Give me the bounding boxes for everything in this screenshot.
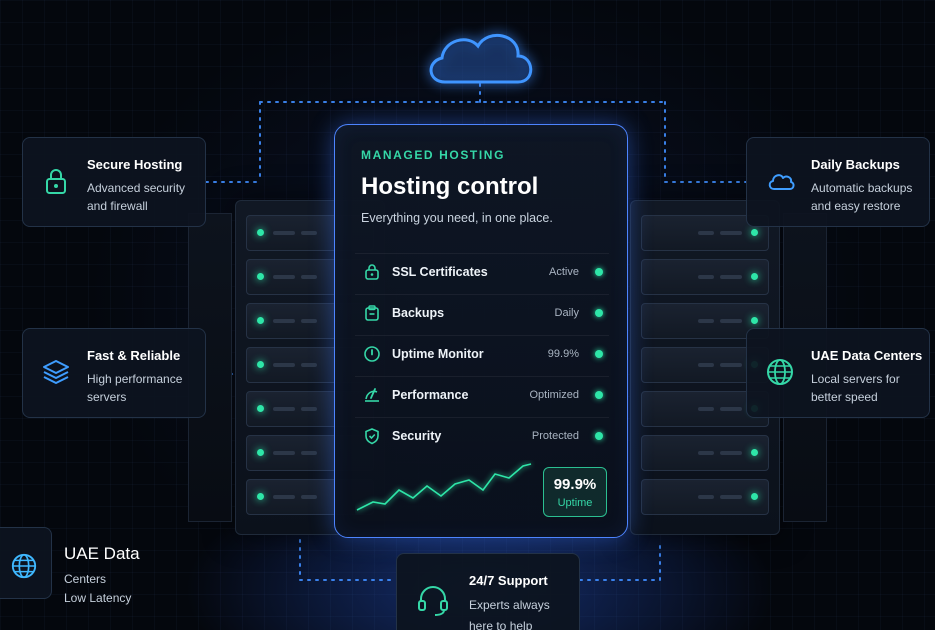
- card-title: Daily Backups: [811, 157, 900, 172]
- panel-eyebrow: MANAGED HOSTING: [361, 148, 505, 162]
- bottom-left-title: UAE Data: [64, 544, 140, 563]
- hero-illustration: MANAGED HOSTING Hosting control Everythi…: [0, 0, 935, 630]
- gauge-icon: [365, 388, 379, 402]
- card-description: Experts always here to help: [469, 598, 550, 630]
- hosting-control-panel: MANAGED HOSTING Hosting control Everythi…: [334, 124, 628, 538]
- server-led: [257, 361, 264, 368]
- globe-icon: [11, 553, 37, 579]
- panel-title: Hosting control: [361, 173, 539, 200]
- card-title: Secure Hosting: [87, 157, 183, 172]
- server-led: [257, 273, 264, 280]
- server-led: [751, 493, 758, 500]
- server-led: [257, 493, 264, 500]
- server-led: [257, 229, 264, 236]
- uptime-sparkline: [356, 463, 532, 511]
- row-status: 99.9%: [547, 348, 579, 360]
- uptime-value: 99.9%: [553, 476, 597, 493]
- row-label: Uptime Monitor: [392, 347, 484, 361]
- status-row-security: Security Protected: [355, 417, 609, 453]
- card-uae-data-partial: [0, 527, 52, 599]
- server-led: [751, 273, 758, 280]
- server-unit: [641, 479, 769, 515]
- lock-badge-icon: [365, 264, 379, 280]
- row-label: SSL Certificates: [392, 265, 488, 279]
- row-status: Daily: [554, 307, 579, 319]
- clipboard-icon: [365, 305, 379, 321]
- cloud-icon: [429, 34, 533, 84]
- status-row-ssl: SSL Certificates Active: [355, 253, 609, 289]
- server-led: [751, 317, 758, 324]
- status-row-backups: Backups Daily: [355, 294, 609, 330]
- status-dot: [595, 309, 603, 317]
- server-led: [257, 449, 264, 456]
- row-status: Protected: [531, 430, 579, 442]
- globe-icon: [767, 359, 793, 385]
- card-description: Local servers for better speed: [811, 372, 900, 404]
- card-description: Advanced security and firewall: [87, 181, 186, 213]
- row-status: Optimized: [529, 389, 579, 401]
- bottom-left-line1: Centers: [64, 572, 107, 586]
- card-description: Automatic backups and easy restore: [811, 181, 913, 213]
- card-title: UAE Data Centers: [811, 348, 923, 363]
- server-led: [751, 229, 758, 236]
- row-label: Security: [392, 429, 442, 443]
- server-unit: [641, 259, 769, 295]
- padlock-icon: [46, 169, 66, 194]
- status-dot: [595, 391, 603, 399]
- status-dot: [595, 432, 603, 440]
- card-support: 24/7 Support Experts always here to help: [396, 553, 580, 630]
- card-fast-reliable: Fast & Reliable High performance servers: [22, 328, 206, 418]
- layers-icon: [43, 360, 69, 384]
- card-title: 24/7 Support: [469, 573, 548, 588]
- card-title: Fast & Reliable: [87, 348, 181, 363]
- uptime-label: Uptime: [557, 497, 593, 509]
- status-dot: [595, 350, 603, 358]
- card-daily-backups: Daily Backups Automatic backups and easy…: [746, 137, 930, 227]
- server-unit: [641, 435, 769, 471]
- card-secure-hosting: Secure Hosting Advanced security and fir…: [22, 137, 206, 227]
- server-led: [257, 317, 264, 324]
- shield-icon: [365, 428, 379, 445]
- bottom-left-line2: Low Latency: [64, 591, 132, 605]
- cloud-icon: [768, 174, 795, 190]
- row-label: Backups: [392, 306, 445, 320]
- row-label: Performance: [392, 388, 469, 402]
- panel-subtitle: Everything you need, in one place.: [361, 211, 553, 225]
- card-uae-data-centers: UAE Data Centers Local servers for bette…: [746, 328, 930, 418]
- clock-icon: [364, 346, 380, 362]
- headset-icon: [418, 586, 448, 616]
- card-description: High performance servers: [87, 372, 183, 404]
- row-status: Active: [549, 266, 579, 278]
- status-dot: [595, 268, 603, 276]
- server-led: [257, 405, 264, 412]
- status-row-performance: Performance Optimized: [355, 376, 609, 412]
- status-row-uptime: Uptime Monitor 99.9%: [355, 335, 609, 371]
- server-led: [751, 449, 758, 456]
- uptime-badge: 99.9% Uptime: [543, 467, 607, 517]
